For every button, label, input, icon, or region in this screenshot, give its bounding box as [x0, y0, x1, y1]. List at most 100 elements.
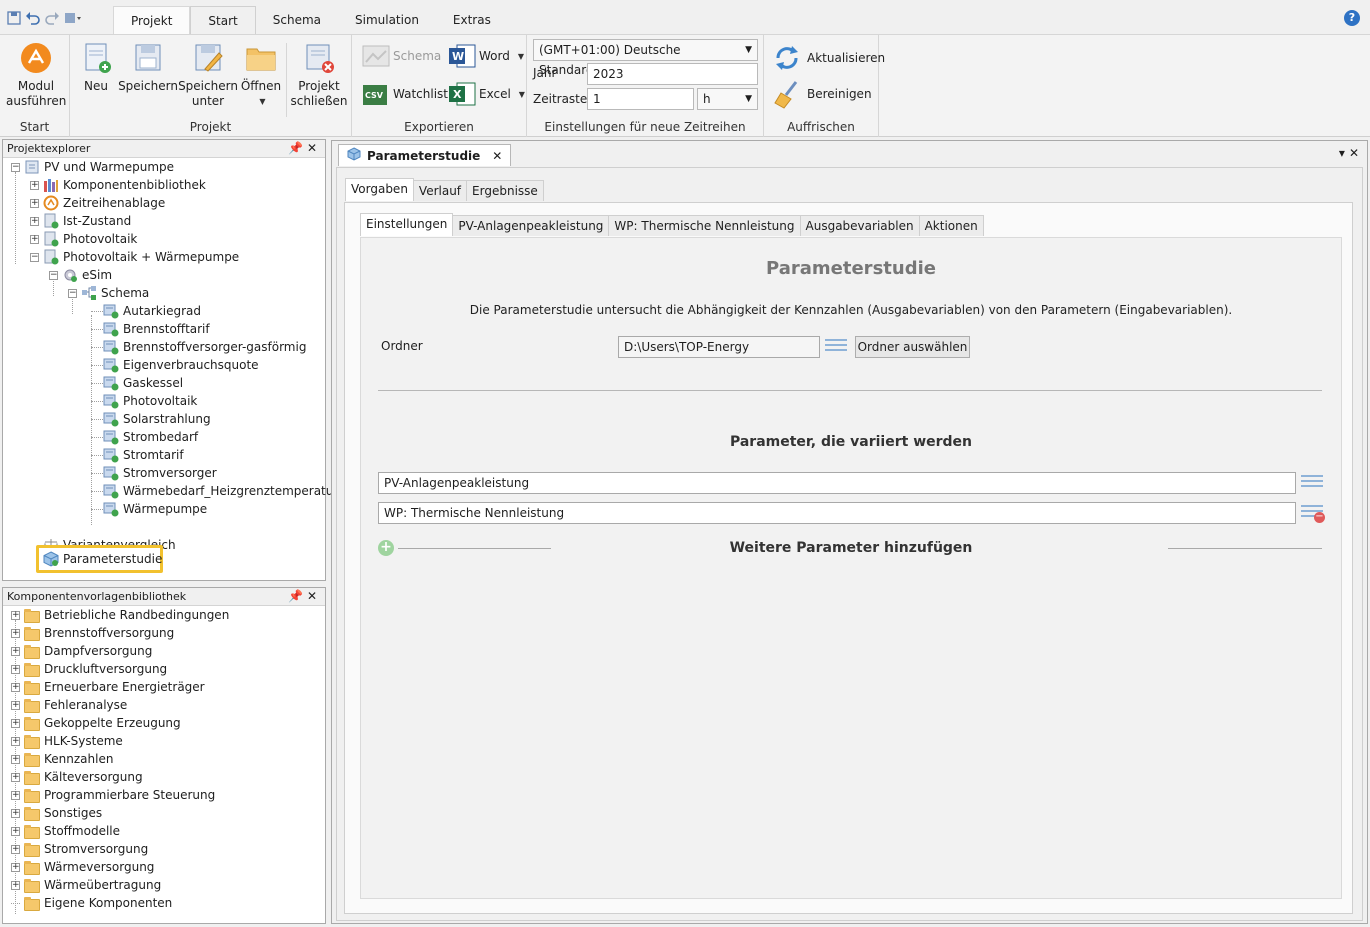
tab-ergebnisse[interactable]: Ergebnisse — [466, 180, 544, 201]
ordner-auswaehlen-button[interactable]: Ordner auswählen — [855, 336, 970, 358]
library-folder[interactable]: + HLK-Systeme — [11, 732, 123, 750]
tab-ausgabevariablen[interactable]: Ausgabevariablen — [799, 215, 920, 236]
tree-item-schema-component[interactable]: Autarkiegrad — [103, 302, 201, 320]
expand-icon[interactable]: + — [11, 682, 20, 692]
expand-icon[interactable]: + — [11, 664, 20, 674]
list-remove-icon[interactable]: − — [1301, 505, 1325, 523]
expand-icon[interactable]: + — [30, 234, 39, 244]
library-folder[interactable]: + Gekoppelte Erzeugung — [11, 714, 181, 732]
tree-item-schema-component[interactable]: Solarstrahlung — [103, 410, 211, 428]
aktualisieren-button[interactable]: Aktualisieren — [772, 43, 885, 73]
collapse-icon[interactable]: − — [30, 252, 39, 262]
expand-icon[interactable]: + — [11, 862, 20, 872]
neu-button[interactable]: Neu — [76, 41, 116, 94]
expand-icon[interactable]: + — [11, 628, 20, 638]
tab-wp-thermische-nennleistung[interactable]: WP: Thermische Nennleistung — [608, 215, 801, 236]
expand-icon[interactable]: + — [11, 880, 20, 890]
close-icon[interactable]: ✕ — [307, 589, 321, 603]
library-folder[interactable]: + Stromversorgung — [11, 840, 148, 858]
tab-pv-anlagenpeakleistung[interactable]: PV-Anlagenpeakleistung — [452, 215, 610, 236]
tab-start[interactable]: Start — [190, 6, 256, 36]
customize-toolbar-icon[interactable] — [63, 10, 81, 26]
expand-icon[interactable]: + — [30, 180, 39, 190]
tree-item-photovoltaik-waermepumpe[interactable]: − Photovoltaik + Wärmepumpe — [30, 248, 239, 266]
expand-icon[interactable]: + — [11, 610, 20, 620]
library-folder[interactable]: + Wärmeübertragung — [11, 876, 161, 894]
export-schema-button[interactable]: Schema — [362, 43, 441, 69]
tab-aktionen[interactable]: Aktionen — [918, 215, 984, 236]
help-icon[interactable]: ? — [1344, 10, 1360, 26]
tree-root[interactable]: − PV und Warmepumpe — [11, 158, 174, 176]
collapse-icon[interactable]: − — [49, 270, 58, 280]
tab-einstellungen[interactable]: Einstellungen — [360, 213, 454, 236]
pin-icon[interactable]: 📌 — [288, 589, 307, 603]
export-word-button[interactable]: W Word ▼ — [448, 43, 524, 69]
expand-icon[interactable]: + — [11, 844, 20, 854]
collapse-icon[interactable]: − — [68, 288, 77, 298]
expand-icon[interactable]: + — [11, 736, 20, 746]
tree-item-schema-component[interactable]: Wärmepumpe — [103, 500, 207, 518]
expand-icon[interactable]: + — [11, 700, 20, 710]
expand-icon[interactable]: + — [11, 754, 20, 764]
expand-icon[interactable]: + — [11, 718, 20, 728]
tree-item-schema-component[interactable]: Stromtarif — [103, 446, 184, 464]
zeitraster-unit-select[interactable]: h ▼ — [697, 88, 758, 110]
bereinigen-button[interactable]: Bereinigen — [772, 79, 872, 109]
export-excel-button[interactable]: X Excel ▼ — [448, 81, 525, 107]
library-folder[interactable]: + Programmierbare Steuerung — [11, 786, 215, 804]
library-folder[interactable]: + Wärmeversorgung — [11, 858, 154, 876]
tree-item-photovoltaik[interactable]: + Photovoltaik — [30, 230, 137, 248]
tab-verlauf[interactable]: Verlauf — [412, 180, 468, 201]
expand-icon[interactable]: + — [30, 198, 39, 208]
modul-ausfuehren-button[interactable]: Modul ausführen — [6, 41, 66, 109]
tree-item-schema[interactable]: − Schema — [68, 284, 149, 302]
save-icon[interactable] — [6, 10, 22, 26]
pin-icon[interactable]: 📌 — [288, 141, 307, 155]
library-folder[interactable]: + Brennstoffversorgung — [11, 624, 174, 642]
param-field-wp[interactable]: WP: Thermische Nennleistung — [378, 502, 1296, 524]
tree-item-esim[interactable]: − eSim — [49, 266, 112, 284]
library-folder[interactable]: + Kennzahlen — [11, 750, 113, 768]
library-folder[interactable]: Eigene Komponenten — [11, 894, 172, 912]
projekt-schliessen-button[interactable]: Projekt schließen — [290, 41, 348, 109]
tab-simulation[interactable]: Simulation — [338, 6, 436, 36]
tree-item-zeitreihenablage[interactable]: + Zeitreihenablage — [30, 194, 165, 212]
tab-schema[interactable]: Schema — [256, 6, 338, 36]
library-folder[interactable]: + Betriebliche Randbedingungen — [11, 606, 229, 624]
library-folder[interactable]: + Fehleranalyse — [11, 696, 127, 714]
timezone-select[interactable]: (GMT+01:00) Deutsche Standardzeit ▼ — [533, 39, 758, 77]
oeffnen-dropdown-icon[interactable]: ▼ — [243, 94, 282, 109]
speichern-button[interactable]: Speichern — [118, 41, 178, 94]
close-tab-icon[interactable]: ✕ — [492, 149, 502, 163]
undo-icon[interactable] — [25, 10, 41, 26]
expand-icon[interactable]: + — [11, 808, 20, 818]
tree-item-schema-component[interactable]: Brennstofftarif — [103, 320, 210, 338]
list-icon[interactable] — [1301, 475, 1323, 491]
expand-icon[interactable]: + — [11, 826, 20, 836]
tree-item-parameterstudie[interactable]: Parameterstudie — [43, 550, 162, 568]
tab-extras[interactable]: Extras — [436, 6, 508, 36]
export-watchlist-button[interactable]: CSV Watchlist — [362, 81, 448, 107]
expand-icon[interactable]: + — [30, 216, 39, 226]
library-folder[interactable]: + Erneuerbare Energieträger — [11, 678, 205, 696]
expand-icon[interactable]: + — [11, 790, 20, 800]
library-folder[interactable]: + Dampfversorgung — [11, 642, 152, 660]
excel-dropdown-icon[interactable]: ▼ — [519, 90, 525, 99]
library-folder[interactable]: + Sonstiges — [11, 804, 102, 822]
tree-item-schema-component[interactable]: Photovoltaik — [103, 392, 197, 410]
jahr-input[interactable]: 2023 — [587, 63, 758, 85]
library-folder[interactable]: + Druckluftversorgung — [11, 660, 167, 678]
oeffnen-button[interactable]: Öffnen ▼ — [240, 41, 282, 109]
tree-item-schema-component[interactable]: Gaskessel — [103, 374, 183, 392]
zeitraster-input[interactable]: 1 — [587, 88, 694, 110]
tab-projekt[interactable]: Projekt — [113, 6, 191, 36]
tree-item-schema-component[interactable]: Stromversorger — [103, 464, 217, 482]
close-icon[interactable]: ✕ — [307, 141, 321, 155]
close-icon[interactable]: ✕ — [1349, 146, 1363, 160]
doc-tab-parameterstudie[interactable]: Parameterstudie ✕ — [338, 144, 512, 166]
tree-item-schema-component[interactable]: Wärmebedarf_Heizgrenztemperatur — [103, 482, 338, 500]
tree-item-ist-zustand[interactable]: + Ist-Zustand — [30, 212, 131, 230]
redo-icon[interactable] — [44, 10, 60, 26]
word-dropdown-icon[interactable]: ▼ — [518, 52, 524, 61]
ordner-input[interactable]: D:\Users\TOP-Energy — [618, 336, 820, 358]
